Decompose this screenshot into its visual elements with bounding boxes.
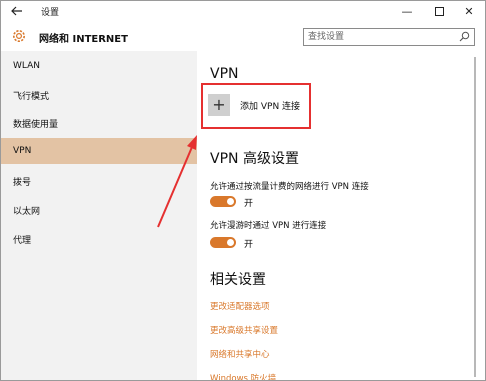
sidebar-item-dial-up[interactable]: 拨号: [1, 167, 197, 193]
roaming-vpn-state: 开: [244, 240, 254, 250]
settings-header: 网络和 INTERNET: [1, 23, 485, 51]
sidebar-item-label: VPN: [13, 146, 32, 156]
window-title: 设置: [41, 8, 60, 18]
minimize-button[interactable]: —: [391, 1, 423, 23]
sidebar-item-wlan[interactable]: WLAN: [1, 53, 197, 79]
back-arrow-icon: [11, 6, 22, 16]
scrollbar[interactable]: [467, 51, 485, 380]
toggle-knob: [227, 198, 234, 205]
sidebar-item-label: 代理: [13, 236, 32, 246]
sidebar-item-ethernet[interactable]: 以太网: [1, 196, 197, 222]
close-button[interactable]: ✕: [453, 1, 485, 23]
roaming-vpn-label: 允许漫游时通过 VPN 进行连接: [210, 221, 327, 231]
search-icon[interactable]: [459, 31, 470, 42]
maximize-button[interactable]: [423, 1, 455, 23]
metered-vpn-label: 允许通过按流量计费的网络进行 VPN 连接: [210, 182, 369, 192]
roaming-vpn-toggle[interactable]: [210, 237, 236, 248]
advanced-settings-heading: VPN 高级设置: [210, 151, 299, 167]
sidebar-item-label: WLAN: [13, 61, 41, 71]
title-bar: 设置 — ✕: [1, 1, 485, 23]
search-box: [303, 28, 475, 46]
page-title: 网络和 INTERNET: [39, 34, 128, 45]
adapter-options-link[interactable]: 更改适配器选项: [210, 300, 270, 312]
sidebar-item-label: 拨号: [13, 178, 32, 188]
maximize-icon: [434, 6, 444, 16]
sidebar-item-airplane-mode[interactable]: 飞行模式: [1, 81, 197, 107]
network-sharing-center-link[interactable]: 网络和共享中心: [210, 348, 270, 360]
advanced-sharing-link[interactable]: 更改高级共享设置: [210, 324, 278, 336]
sidebar-item-proxy[interactable]: 代理: [1, 225, 197, 251]
windows-firewall-link[interactable]: Windows 防火墙: [210, 372, 276, 380]
sidebar-item-vpn[interactable]: VPN: [1, 138, 197, 164]
vpn-heading: VPN: [210, 66, 239, 82]
sidebar-item-label: 飞行模式: [13, 92, 50, 102]
sidebar-item-data-usage[interactable]: 数据使用量: [1, 109, 197, 135]
search-input[interactable]: [304, 29, 458, 45]
annotation-highlight-box: [201, 83, 311, 129]
gear-icon: [13, 30, 25, 42]
toggle-knob: [227, 239, 234, 246]
metered-vpn-state: 开: [244, 199, 254, 209]
sidebar: WLAN 飞行模式 数据使用量 VPN 拨号 以太网 代理: [1, 51, 197, 380]
sidebar-item-label: 数据使用量: [13, 120, 59, 130]
back-button[interactable]: [8, 3, 26, 21]
metered-vpn-toggle[interactable]: [210, 196, 236, 207]
sidebar-item-label: 以太网: [13, 207, 41, 217]
related-settings-heading: 相关设置: [210, 272, 266, 288]
settings-window: 设置 — ✕ 网络和 INTERNET WLAN 飞行模式 数据使用量 VPN …: [0, 0, 486, 381]
scroll-thumb[interactable]: [474, 57, 476, 377]
